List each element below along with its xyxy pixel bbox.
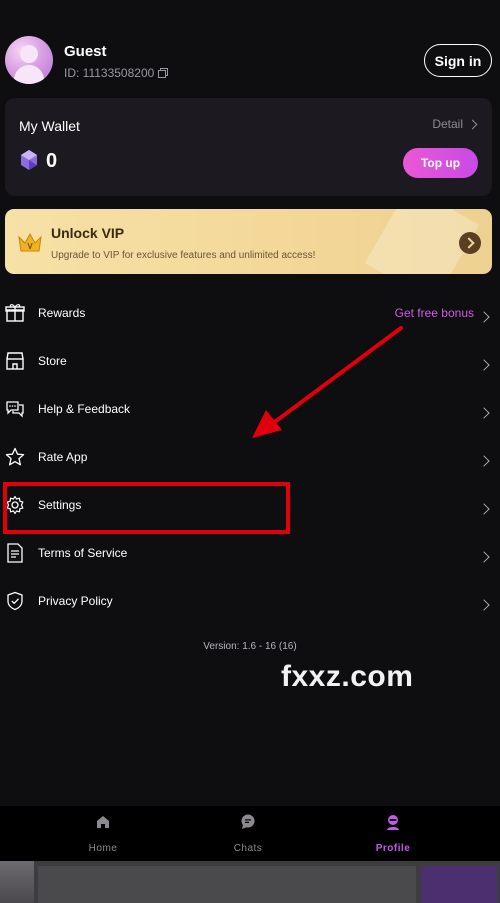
bottom-tab-bar: Home Chats Profile [0,806,500,861]
shield-icon [7,591,23,611]
store-icon [6,352,24,370]
profile-header: Guest ID: 11133508200 Sign in [0,36,500,86]
tab-chats[interactable]: Chats [188,806,308,861]
wallet-title: My Wallet [19,118,80,134]
tab-label-home: Home [88,843,118,854]
menu-label-rate-app: Rate App [38,450,88,464]
gem-icon [21,150,37,170]
ad-content [38,866,416,903]
user-id: ID: 11133508200 [64,66,169,80]
menu-item-help-feedback[interactable]: Help & Feedback [0,385,500,433]
profile-icon [387,815,399,830]
sign-in-button[interactable]: Sign in [424,44,492,77]
annotation-highlight-box [3,482,290,534]
chevron-right-icon [478,356,490,374]
tab-home[interactable]: Home [43,806,163,861]
wallet-detail-label: Detail [432,117,463,131]
menu-item-rewards[interactable]: Rewards Get free bonus [0,289,500,337]
chevron-right-icon [478,548,490,566]
home-icon [97,816,109,828]
crown-icon: V [18,232,42,252]
wallet-card: My Wallet Detail 0 Top up [5,98,492,196]
version-text: Version: 1.6 - 16 (16) [203,641,297,652]
vip-subtitle: Upgrade to VIP for exclusive features an… [51,250,316,261]
get-free-bonus-link[interactable]: Get free bonus [395,306,474,320]
vip-title: Unlock VIP [51,225,125,241]
wallet-balance: 0 [46,150,58,172]
menu-label-help-feedback: Help & Feedback [38,402,131,416]
menu-label-terms-of-service: Terms of Service [38,546,128,560]
avatar[interactable] [5,36,53,84]
chat-icon [241,814,255,829]
tab-label-profile: Profile [375,843,411,854]
chevron-right-icon [478,596,490,614]
ad-thumbnail-right [421,866,497,903]
menu-item-privacy-policy[interactable]: Privacy Policy [0,577,500,625]
tab-profile[interactable]: Profile [333,806,453,861]
watermark-text: fxxz.com [281,660,414,693]
chevron-right-icon [478,452,490,470]
document-icon [7,543,23,563]
unlock-vip-banner[interactable]: V Unlock VIP Upgrade to VIP for exclusiv… [5,209,492,274]
menu-item-store[interactable]: Store [0,337,500,385]
chevron-right-icon [478,500,490,518]
chevron-right-icon [478,308,490,326]
user-name: Guest [64,43,107,60]
user-id-text: ID: 11133508200 [64,66,155,80]
menu-label-privacy-policy: Privacy Policy [38,594,113,608]
wallet-detail-link[interactable]: Detail [432,117,478,131]
menu-item-terms-of-service[interactable]: Terms of Service [0,529,500,577]
menu-label-rewards: Rewards [38,306,86,320]
menu-item-rate-app[interactable]: Rate App [0,433,500,481]
star-icon [5,447,25,466]
ad-thumbnail-left [0,861,34,903]
settings-menu: Rewards Get free bonus Store Help & Feed… [0,289,500,625]
top-up-button[interactable]: Top up [403,148,478,178]
menu-label-store: Store [38,354,67,368]
ad-banner[interactable] [0,861,500,903]
chevron-right-icon [467,119,478,129]
gift-icon [5,304,25,322]
chevron-right-icon [478,404,490,422]
svg-text:V: V [27,242,33,251]
vip-arrow-icon[interactable] [459,232,481,254]
chat-bubbles-icon [6,401,24,418]
tab-label-chats: Chats [233,843,263,854]
copy-icon[interactable] [158,68,169,78]
